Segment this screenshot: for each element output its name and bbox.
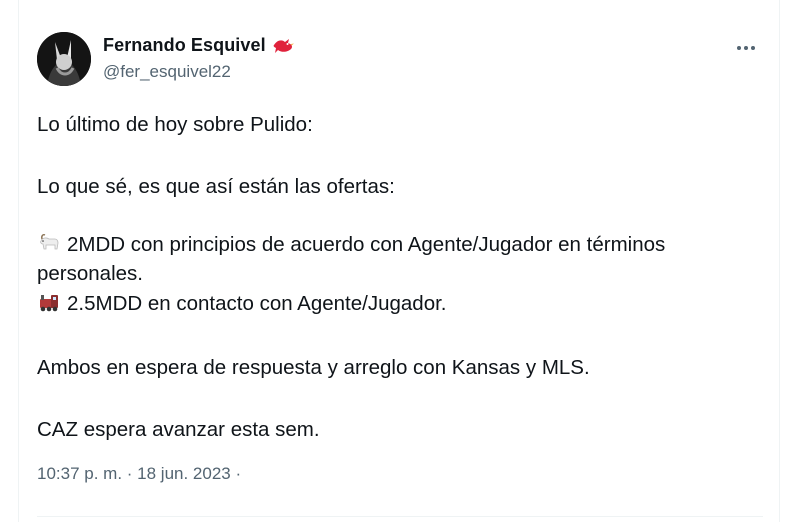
tweet-text-span: 2MDD con principios de acuerdo con Agent… [67, 233, 666, 256]
divider [37, 516, 763, 517]
train-emoji-icon [37, 290, 61, 314]
tweet-text-line: 2MDD con principios de acuerdo con Agent… [37, 231, 665, 258]
author-name-row[interactable]: Fernando Esquivel [103, 35, 294, 56]
avatar[interactable] [37, 32, 91, 86]
tweet-text-line: Ambos en espera de respuesta y arreglo c… [37, 356, 590, 379]
tweet-text-line: Lo último de hoy sobre Pulido: [37, 113, 313, 136]
more-options-icon-dot [751, 46, 755, 50]
tweet-card: Fernando Esquivel @fer_esquivel22 Lo últ… [18, 0, 780, 522]
tweet-text-line: personales. [37, 262, 143, 285]
tweet-text-line: Lo que sé, es que así están las ofertas: [37, 175, 395, 198]
more-options-button[interactable] [733, 37, 759, 59]
red-bird-icon [272, 36, 294, 56]
tweet-text-line: 2.5MDD en contacto con Agente/Jugador. [37, 290, 447, 317]
more-options-icon [737, 46, 741, 50]
author-handle[interactable]: @fer_esquivel22 [103, 62, 231, 82]
tweet-timestamp[interactable]: 10:37 p. m. · 18 jun. 2023 · [37, 464, 241, 484]
goat-emoji-icon [37, 231, 61, 255]
tweet-text-line: CAZ espera avanzar esta sem. [37, 418, 320, 441]
author-name[interactable]: Fernando Esquivel [103, 35, 266, 56]
tweet-text-span: 2.5MDD en contacto con Agente/Jugador. [67, 292, 447, 315]
more-options-icon-dot [744, 46, 748, 50]
